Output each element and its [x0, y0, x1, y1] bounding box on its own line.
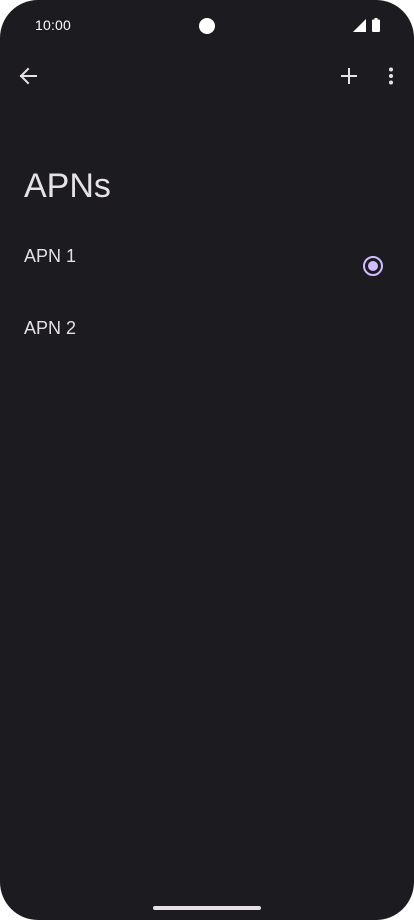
arrow-back-icon: [18, 66, 38, 91]
more-vert-icon: [388, 67, 394, 90]
app-bar: [0, 56, 414, 102]
gesture-nav-handle[interactable]: [153, 906, 261, 910]
back-button[interactable]: [8, 58, 48, 98]
phone-screen: 10:00 APNs APN 1 APN 2: [0, 0, 414, 920]
apn-label: APN 2: [24, 318, 77, 338]
plus-icon: [340, 67, 358, 90]
signal-icon: [353, 18, 366, 32]
apn-label: APN 1: [24, 246, 77, 266]
more-options-button[interactable]: [371, 58, 411, 98]
apn-1-radio-button[interactable]: [363, 256, 383, 276]
radio-selected-dot: [368, 261, 378, 271]
status-bar: 10:00: [0, 0, 414, 50]
camera-cutout: [199, 18, 215, 34]
apn-item-2[interactable]: APN 2: [0, 296, 414, 368]
apn-item-1[interactable]: APN 1: [0, 224, 414, 296]
page-title: APNs: [24, 167, 111, 205]
apn-list: APN 1 APN 2: [0, 224, 414, 368]
status-icons: [353, 18, 380, 32]
status-time: 10:00: [35, 17, 72, 33]
add-apn-button[interactable]: [329, 58, 369, 98]
battery-icon: [372, 18, 380, 32]
